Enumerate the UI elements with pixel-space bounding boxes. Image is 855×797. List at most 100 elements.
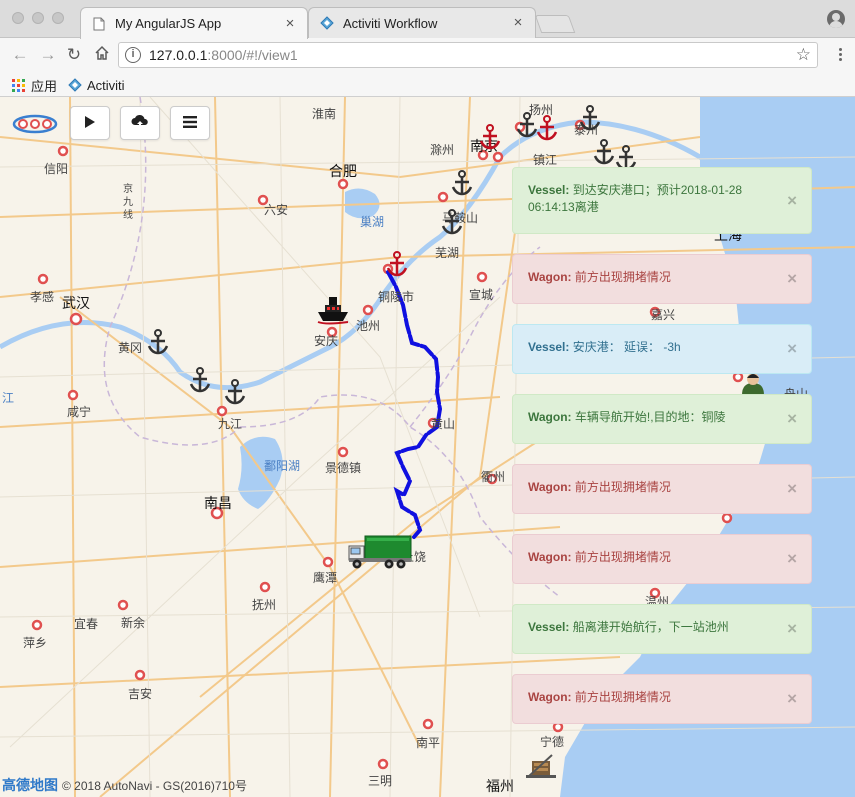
- home-icon[interactable]: [92, 45, 112, 65]
- address-bar[interactable]: i 127.0.0.1 :8000/#!/view1 ☆: [118, 42, 818, 68]
- notification-alert: Vessel: 船离港开始航行，下一站池州 ×: [512, 604, 812, 654]
- tab-title: Activiti Workflow: [343, 15, 438, 31]
- close-icon[interactable]: ×: [787, 479, 797, 499]
- city-label: 萍乡: [22, 636, 48, 650]
- bookmark-activiti[interactable]: Activiti: [68, 76, 125, 94]
- forward-arrow-icon[interactable]: →: [38, 45, 58, 65]
- close-icon[interactable]: ×: [787, 409, 797, 429]
- city-label: 孝感: [29, 290, 55, 304]
- city-label: 鹰潭: [312, 571, 338, 585]
- bookmark-star-icon[interactable]: ☆: [796, 45, 811, 65]
- page-icon: [91, 16, 107, 32]
- cloud-upload-icon: [131, 114, 149, 133]
- bookmark-label: 应用: [31, 78, 58, 94]
- alert-source: Vessel:: [528, 183, 570, 197]
- site-info-icon[interactable]: i: [125, 47, 141, 63]
- city-label: 江: [1, 391, 15, 405]
- alert-source: Wagon:: [528, 550, 572, 564]
- alert-message: 车辆导航开始!,目的地：铜陵: [571, 410, 726, 424]
- city-label: 安庆: [313, 334, 339, 348]
- city-label: 黄冈: [117, 341, 143, 355]
- close-icon[interactable]: ×: [787, 689, 797, 709]
- alert-message: 前方出现拥堵情况: [571, 690, 671, 704]
- city-label: 滁州: [429, 143, 455, 157]
- alert-source: Wagon:: [528, 480, 572, 494]
- app-logo-icon: [12, 114, 58, 134]
- activiti-diamond-icon: [68, 78, 82, 92]
- close-icon[interactable]: ×: [787, 339, 797, 359]
- list-icon: [183, 115, 197, 131]
- notification-alert: Vessel: 安庆港： 延误： -3h ×: [512, 324, 812, 374]
- close-icon[interactable]: ×: [787, 549, 797, 569]
- anchor-port-marker-icon[interactable]: [385, 251, 409, 280]
- city-label: 三明: [367, 774, 393, 788]
- bookmark-apps[interactable]: 应用: [12, 76, 57, 94]
- window-zoom-dot[interactable]: [52, 12, 64, 24]
- back-arrow-icon[interactable]: ←: [10, 45, 30, 65]
- anchor-port-marker-icon[interactable]: [478, 124, 502, 153]
- anchor-port-marker-icon[interactable]: [188, 367, 212, 396]
- city-label: 宣城: [468, 288, 494, 302]
- city-label: 宁德: [539, 735, 565, 749]
- play-button[interactable]: [70, 106, 110, 140]
- anchor-port-marker-icon[interactable]: [578, 105, 602, 134]
- map-viewport[interactable]: 淮南 扬州 泰州 信阳 合肥 滁州 南京 镇江 六安 京九线 巢湖 马鞍山 上海…: [0, 97, 855, 797]
- vessel-ship-marker-icon[interactable]: [316, 295, 350, 328]
- alert-message: 前方出现拥堵情况: [571, 270, 671, 284]
- alert-source: Wagon:: [528, 690, 572, 704]
- window-minimize-dot[interactable]: [32, 12, 44, 24]
- city-label: 咸宁: [66, 405, 92, 419]
- close-icon[interactable]: ×: [787, 191, 797, 211]
- anchor-port-marker-icon[interactable]: [223, 379, 247, 408]
- city-label: 六安: [263, 203, 289, 217]
- amap-logo[interactable]: 高德地图: [2, 775, 58, 795]
- alert-source: Wagon:: [528, 270, 572, 284]
- city-label: 宜春: [73, 617, 99, 631]
- city-label: 九江: [217, 417, 243, 431]
- notification-alert: Wagon: 前方出现拥堵情况 ×: [512, 254, 812, 304]
- profile-avatar-icon[interactable]: [827, 10, 845, 28]
- cargo-crane-marker-icon[interactable]: [526, 753, 556, 782]
- anchor-port-marker-icon[interactable]: [535, 115, 559, 144]
- close-icon[interactable]: ×: [787, 269, 797, 289]
- city-label: 黄山: [430, 417, 456, 431]
- browser-tab-bar: My AngularJS App × Activiti Workflow ×: [0, 0, 855, 39]
- bookmarks-bar: 应用 Activiti: [0, 72, 855, 97]
- notification-alert: Wagon: 前方出现拥堵情况 ×: [512, 464, 812, 514]
- tab-title: My AngularJS App: [115, 16, 222, 31]
- anchor-port-marker-icon[interactable]: [592, 139, 616, 168]
- list-button[interactable]: [170, 106, 210, 140]
- upload-button[interactable]: [120, 106, 160, 140]
- city-label: 吉安: [127, 687, 153, 701]
- tab-activiti-workflow[interactable]: Activiti Workflow ×: [308, 7, 536, 38]
- city-label: 武汉: [62, 295, 90, 311]
- bookmark-label: Activiti: [87, 77, 125, 93]
- anchor-port-marker-icon[interactable]: [450, 170, 474, 199]
- city-label: 镇江: [532, 153, 558, 167]
- close-icon[interactable]: ×: [787, 619, 797, 639]
- city-label: 鄱阳湖: [263, 459, 301, 473]
- anchor-port-marker-icon[interactable]: [146, 329, 170, 358]
- city-label: 信阳: [43, 162, 69, 176]
- tab-my-angularjs-app[interactable]: My AngularJS App ×: [80, 7, 308, 39]
- notification-alert: Vessel: 到达安庆港口；预计2018-01-28 06:14:13离港 ×: [512, 167, 812, 234]
- truck-marker-icon[interactable]: [347, 534, 413, 573]
- alert-message: 前方出现拥堵情况: [571, 480, 671, 494]
- browser-menu-icon[interactable]: [837, 46, 843, 64]
- reload-icon[interactable]: ↻: [64, 45, 84, 65]
- alert-message: 安庆港： 延误： -3h: [569, 340, 681, 354]
- tab-close-icon[interactable]: ×: [283, 16, 297, 31]
- notification-alert: Wagon: 车辆导航开始!,目的地：铜陵 ×: [512, 394, 812, 444]
- city-label: 新余: [120, 616, 146, 630]
- browser-toolbar: ← → ↻ i 127.0.0.1 :8000/#!/view1 ☆: [0, 38, 855, 72]
- tab-close-icon[interactable]: ×: [511, 15, 525, 30]
- window-close-dot[interactable]: [12, 12, 24, 24]
- city-label: 京九线: [123, 184, 133, 221]
- city-label: 南昌: [204, 495, 232, 511]
- anchor-port-marker-icon[interactable]: [440, 209, 464, 238]
- city-label: 铜陵市: [377, 290, 415, 304]
- city-label: 衢州: [480, 470, 506, 484]
- new-tab-button[interactable]: [534, 15, 576, 33]
- activiti-diamond-icon: [319, 15, 335, 31]
- attribution-text: © 2018 AutoNavi - GS(2016)710号: [62, 778, 247, 793]
